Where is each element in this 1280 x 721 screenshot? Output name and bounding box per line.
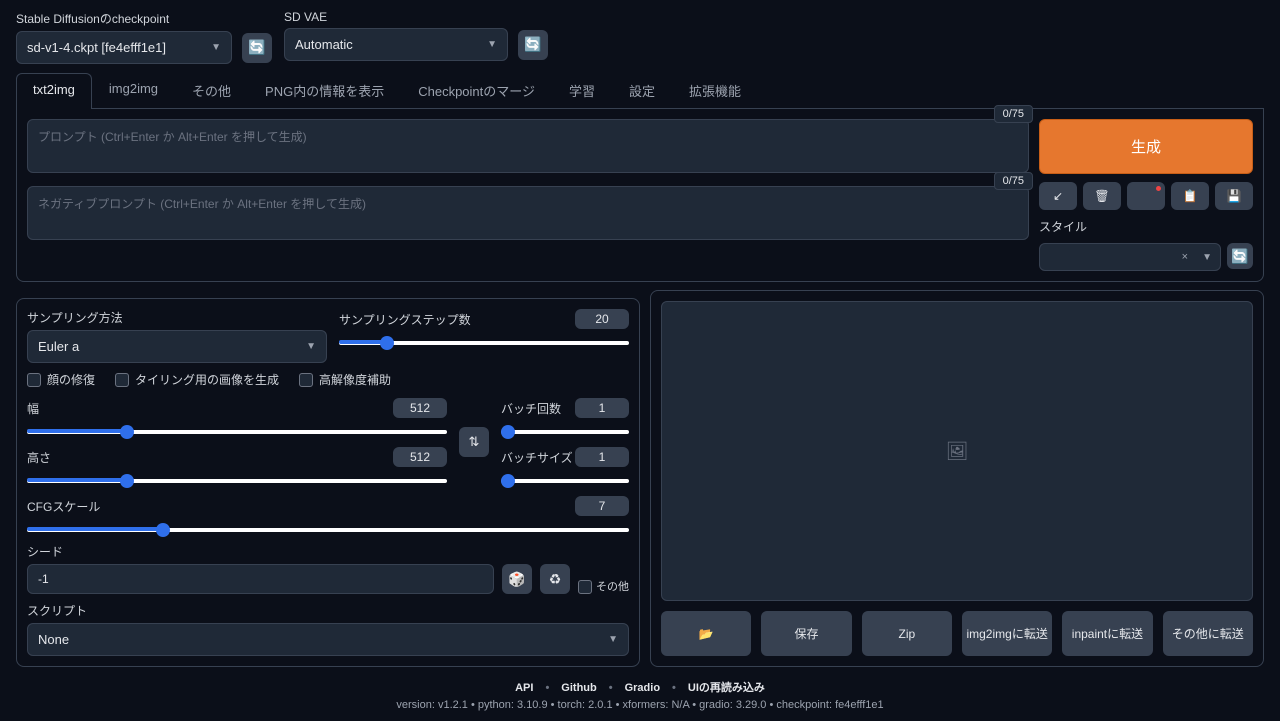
arrow-button[interactable]: ↙ (1039, 182, 1077, 210)
checkpoint-select[interactable]: sd-v1-4.ckpt [fe4efff1e1] ▼ (16, 31, 232, 64)
seed-extra-checkbox[interactable] (578, 580, 592, 594)
open-folder-button[interactable]: 📂 (661, 611, 751, 656)
height-slider[interactable] (27, 479, 447, 483)
folder-icon: 📂 (699, 627, 714, 641)
dice-icon: 🎲 (508, 571, 525, 588)
width-value: 512 (393, 398, 447, 418)
tab-1[interactable]: img2img (92, 72, 175, 108)
refresh-icon: 🔄 (524, 36, 541, 53)
save-button[interactable]: 保存 (761, 611, 851, 656)
refresh-checkpoint-button[interactable]: 🔄 (242, 33, 272, 63)
style-select[interactable]: × ▼ (1039, 243, 1221, 271)
zip-button[interactable]: Zip (862, 611, 952, 656)
send-inpaint-button[interactable]: inpaintに転送 (1062, 611, 1152, 656)
clipboard-icon: 📋 (1183, 189, 1198, 203)
refresh-icon: 🔄 (248, 39, 265, 56)
trash-icon: 🗑 (1094, 189, 1109, 203)
save-icon: 💾 (1227, 189, 1242, 203)
vae-value: Automatic (295, 37, 353, 52)
trash-button[interactable]: 🗑 (1083, 182, 1121, 210)
send-extras-button[interactable]: その他に転送 (1163, 611, 1253, 656)
negative-prompt-input[interactable] (27, 186, 1029, 240)
cfg-value: 7 (575, 496, 629, 516)
reuse-seed-button[interactable]: ♻ (540, 564, 570, 594)
chevron-down-icon: ▼ (608, 634, 618, 645)
footer-link[interactable]: API (515, 682, 533, 694)
refresh-icon: 🔄 (1231, 248, 1248, 265)
sampling-steps-label: サンプリングステップ数 (339, 311, 471, 328)
save-style-button[interactable]: 💾 (1215, 182, 1253, 210)
seed-input[interactable] (27, 564, 494, 594)
checkpoint-value: sd-v1-4.ckpt [fe4efff1e1] (27, 40, 166, 55)
tiling-label: タイリング用の画像を生成 (135, 371, 279, 388)
cfg-slider[interactable] (27, 528, 629, 532)
script-label: スクリプト (27, 602, 629, 619)
restore-faces-checkbox[interactable] (27, 373, 41, 387)
chevron-down-icon: ▼ (1202, 252, 1212, 263)
prompt-input[interactable] (27, 119, 1029, 173)
sampling-steps-slider[interactable] (339, 341, 629, 345)
batch-size-slider[interactable] (501, 479, 629, 483)
script-value: None (38, 632, 69, 647)
random-seed-button[interactable]: 🎲 (502, 564, 532, 594)
batch-count-label: バッチ回数 (501, 400, 561, 417)
footer-link[interactable]: Github (561, 682, 596, 694)
batch-size-value: 1 (575, 447, 629, 467)
checkpoint-label: Stable Diffusionのcheckpoint (16, 10, 272, 27)
generate-button[interactable]: 生成 (1039, 119, 1253, 174)
vae-select[interactable]: Automatic ▼ (284, 28, 508, 61)
hires-checkbox[interactable] (299, 373, 313, 387)
batch-count-slider[interactable] (501, 430, 629, 434)
cfg-label: CFGスケール (27, 498, 100, 515)
tab-2[interactable]: その他 (175, 72, 248, 108)
height-value: 512 (393, 447, 447, 467)
prompt-token-count: 0/75 (994, 105, 1033, 123)
width-slider[interactable] (27, 430, 447, 434)
sampling-method-label: サンプリング方法 (27, 309, 327, 326)
image-placeholder-icon: 🖼 (946, 441, 969, 462)
chevron-down-icon: ▼ (306, 341, 316, 352)
apply-style-button[interactable]: 🔄 (1227, 243, 1253, 269)
tab-0[interactable]: txt2img (16, 73, 92, 109)
neg-prompt-token-count: 0/75 (994, 172, 1033, 190)
chevron-down-icon: ▼ (487, 39, 497, 50)
seed-label: シード (27, 543, 629, 560)
script-select[interactable]: None ▼ (27, 623, 629, 656)
hires-label: 高解像度補助 (319, 371, 391, 388)
tab-4[interactable]: Checkpointのマージ (401, 72, 552, 108)
restore-faces-label: 顔の修復 (47, 371, 95, 388)
tab-6[interactable]: 設定 (612, 72, 672, 108)
tab-5[interactable]: 学習 (552, 72, 612, 108)
chevron-down-icon: ▼ (211, 42, 221, 53)
output-preview: 🖼 (661, 301, 1253, 601)
footer-meta: version: v1.2.1 • python: 3.10.9 • torch… (16, 699, 1264, 711)
batch-size-label: バッチサイズ (501, 449, 573, 466)
refresh-vae-button[interactable]: 🔄 (518, 30, 548, 60)
sampling-steps-value: 20 (575, 309, 629, 329)
vae-label: SD VAE (284, 10, 548, 24)
footer-link[interactable]: Gradio (625, 682, 660, 694)
tiling-checkbox[interactable] (115, 373, 129, 387)
extra-networks-button[interactable] (1127, 182, 1165, 210)
style-label: スタイル (1039, 218, 1253, 235)
arrow-icon: ↙ (1053, 189, 1063, 203)
sampling-method-value: Euler a (38, 339, 79, 354)
tab-3[interactable]: PNG内の情報を表示 (248, 72, 401, 108)
seed-extra-label: その他 (596, 581, 629, 593)
swap-wh-button[interactable]: ⇅ (459, 427, 489, 457)
width-label: 幅 (27, 400, 39, 417)
send-img2img-button[interactable]: img2imgに転送 (962, 611, 1052, 656)
footer-link[interactable]: UIの再読み込み (688, 682, 765, 694)
tab-7[interactable]: 拡張機能 (672, 72, 758, 108)
paste-button[interactable]: 📋 (1171, 182, 1209, 210)
sampling-method-select[interactable]: Euler a ▼ (27, 330, 327, 363)
recycle-icon: ♻ (549, 571, 562, 588)
batch-count-value: 1 (575, 398, 629, 418)
clear-icon[interactable]: × (1182, 251, 1188, 263)
swap-icon: ⇅ (469, 434, 480, 450)
height-label: 高さ (27, 449, 51, 466)
